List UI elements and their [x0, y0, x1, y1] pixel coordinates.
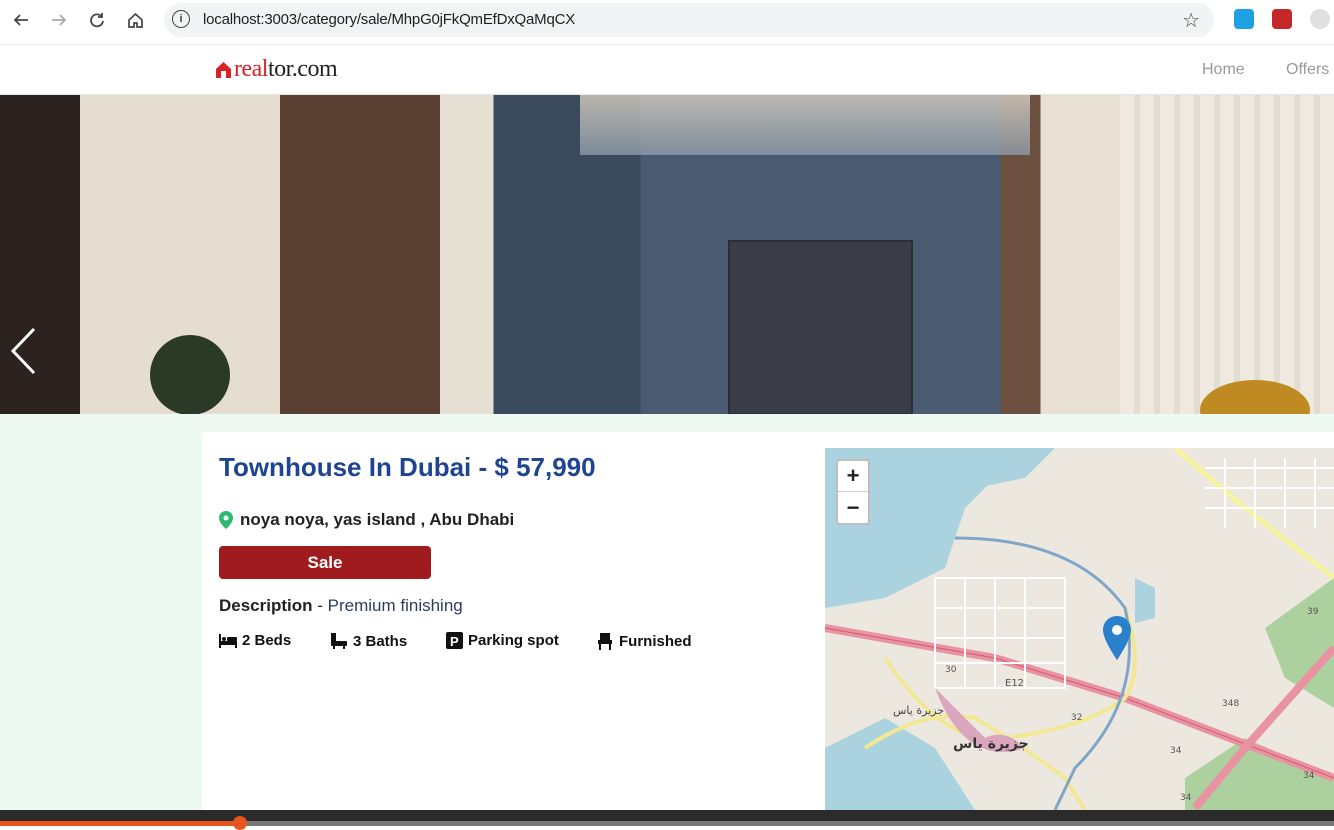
feature-label: 3 Baths — [353, 632, 408, 650]
feature-beds: 2 Beds — [219, 632, 291, 649]
nav-home[interactable]: Home — [1202, 61, 1245, 79]
description-value: Premium finishing — [327, 596, 463, 615]
url-text[interactable]: localhost:3003/category/sale/MhpG0jFkQmE… — [203, 11, 575, 28]
extension-icon[interactable] — [1234, 9, 1254, 29]
extension-icon[interactable] — [1310, 9, 1330, 29]
hero-image-carousel[interactable] — [0, 95, 1334, 414]
hero-image — [1120, 95, 1334, 414]
location-text: noya noya, yas island , Abu Dhabi — [240, 510, 515, 529]
listing-title: Townhouse In Dubai - $ 57,990 — [219, 452, 596, 482]
map-label: 34 — [1180, 793, 1192, 803]
description: Description - Premium finishing — [219, 596, 463, 616]
zoom-in-button[interactable]: + — [838, 461, 868, 492]
site-header: realtor.com Home Offers — [0, 46, 1334, 95]
map-label: 39 — [1307, 607, 1319, 617]
map-label: 34 — [1303, 771, 1315, 781]
svg-text:P: P — [450, 634, 459, 649]
map-marker-icon[interactable] — [1103, 616, 1131, 660]
sale-badge[interactable]: Sale — [219, 546, 431, 579]
progress-fill — [0, 821, 240, 826]
progress-thumb[interactable] — [233, 816, 247, 830]
home-icon[interactable] — [122, 8, 148, 32]
description-separator: - — [312, 596, 328, 615]
video-progress-bar[interactable] — [0, 810, 1334, 830]
reload-icon[interactable] — [84, 8, 110, 32]
feature-label: Furnished — [619, 632, 692, 650]
zoom-out-button[interactable]: − — [838, 492, 868, 523]
arrow-left-icon[interactable] — [8, 8, 34, 32]
bath-icon — [331, 633, 347, 649]
feature-label: 2 Beds — [242, 632, 292, 649]
browser-toolbar: i localhost:3003/category/sale/MhpG0jFkQ… — [0, 0, 1334, 45]
map-label: 30 — [945, 665, 957, 675]
listing-location: noya noya, yas island , Abu Dhabi — [219, 510, 514, 530]
map-label: 32 — [1071, 713, 1082, 723]
star-icon[interactable]: ☆ — [1182, 8, 1200, 33]
feature-baths: 3 Baths — [330, 632, 407, 650]
map[interactable]: E12 جزيرة ياس جزيرة ياس 30 32 34 34 348 … — [825, 448, 1334, 810]
hero-image — [728, 240, 913, 414]
address-bar[interactable]: i localhost:3003/category/sale/MhpG0jFkQ… — [164, 3, 1214, 37]
description-label: Description — [219, 596, 313, 615]
feature-furnished: Furnished — [596, 632, 692, 650]
logo-text-red: real — [234, 56, 268, 82]
progress-track — [240, 821, 1334, 826]
arrow-right-icon[interactable] — [46, 8, 72, 32]
chevron-left-icon[interactable] — [10, 327, 38, 377]
logo-text: tor.com — [267, 56, 338, 82]
map-zoom-control: + − — [836, 459, 870, 525]
info-icon[interactable]: i — [172, 10, 190, 28]
bed-icon — [219, 633, 237, 648]
extension-icon[interactable] — [1272, 9, 1292, 29]
map-label: E12 — [1005, 678, 1024, 689]
map-tiles: E12 جزيرة ياس جزيرة ياس 30 32 34 34 348 … — [825, 448, 1334, 810]
map-label: جزيرة ياس — [893, 704, 944, 717]
hero-image — [150, 335, 230, 414]
map-label: 34 — [1170, 746, 1182, 756]
map-label: 348 — [1222, 699, 1239, 709]
feature-label: Parking spot — [468, 632, 559, 649]
feature-parking: P Parking spot — [446, 632, 559, 649]
parking-icon: P — [446, 632, 463, 649]
location-pin-icon — [219, 511, 233, 529]
map-label: جزيرة ياس — [953, 736, 1029, 752]
house-icon — [216, 61, 231, 78]
chair-icon — [598, 633, 612, 650]
realtor-logo[interactable]: realtor.com — [215, 56, 338, 83]
hero-image — [580, 95, 1030, 155]
nav-offers[interactable]: Offers — [1286, 61, 1329, 79]
